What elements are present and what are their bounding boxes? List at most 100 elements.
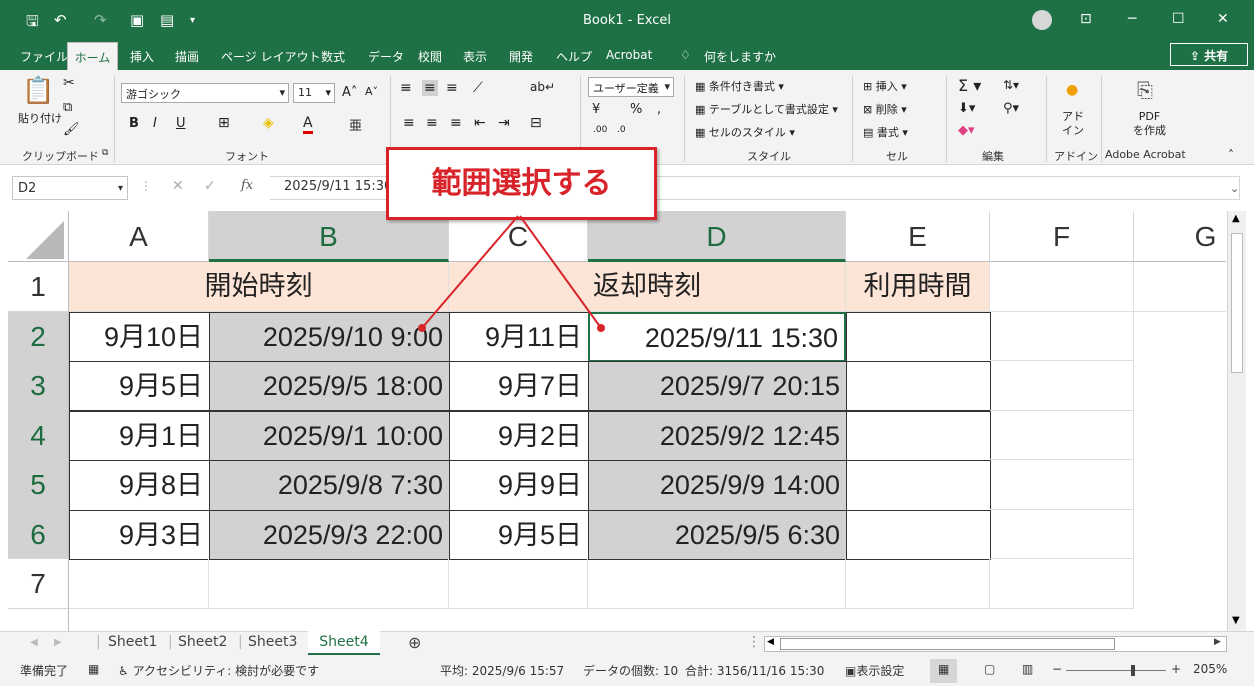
horizontal-scrollbar[interactable]: ◀ — [764, 636, 1227, 652]
vertical-scrollbar[interactable]: ▲ ▼ — [1227, 211, 1246, 631]
share-button[interactable]: ⇪ 共有 — [1170, 43, 1248, 66]
zoom-slider-thumb[interactable] — [1131, 665, 1135, 676]
column-header-a[interactable]: A — [69, 211, 209, 262]
currency-icon[interactable]: ¥ — [592, 102, 600, 117]
decrease-decimal-icon[interactable]: .0 — [617, 125, 626, 135]
name-box[interactable]: D2 ▾ — [12, 176, 128, 200]
tab-insert[interactable]: 挿入 — [130, 48, 154, 65]
select-all-button[interactable] — [8, 211, 69, 262]
vertical-scroll-thumb[interactable] — [1231, 233, 1243, 373]
row-header-8[interactable]: 8 — [8, 609, 69, 631]
pdf-create-icon[interactable]: ⎘ — [1137, 78, 1153, 102]
cell-b4[interactable]: 2025/9/1 10:00 — [209, 411, 450, 461]
expand-formula-icon[interactable]: ⌄ — [1230, 182, 1239, 195]
cell-d2-active[interactable]: 2025/9/11 15:30 — [588, 312, 846, 362]
cell-f2[interactable] — [990, 312, 1134, 361]
cell-d3[interactable]: 2025/9/7 20:15 — [588, 361, 847, 411]
conditional-format-button[interactable]: ▦ 条件付き書式 ▾ — [695, 78, 784, 94]
worksheet-grid[interactable]: A B C D E F G 1 2 3 4 5 6 7 8 開始時刻 返却時刻 … — [8, 211, 1226, 631]
tab-formulas[interactable]: 数式 — [321, 48, 345, 65]
cell-e2[interactable] — [846, 312, 991, 362]
account-avatar-icon[interactable] — [1032, 10, 1052, 30]
maximize-button[interactable]: ☐ — [1172, 11, 1185, 27]
zoom-in-icon[interactable]: + — [1171, 662, 1181, 676]
cancel-icon[interactable]: ✕ — [172, 178, 184, 194]
tab-acrobat[interactable]: Acrobat — [606, 48, 652, 62]
cell-c1-return-time[interactable]: 返却時刻 — [449, 262, 846, 312]
cell-d6[interactable]: 2025/9/5 6:30 — [588, 510, 847, 560]
scroll-right-icon[interactable]: ▶ — [1214, 637, 1221, 647]
cell-c6[interactable]: 9月5日 — [449, 510, 589, 560]
cell-a5[interactable]: 9月8日 — [69, 460, 210, 511]
accessibility-button[interactable]: ♿ アクセシビリティ: 検討が必要です — [118, 662, 319, 679]
cell-d5[interactable]: 2025/9/9 14:00 — [588, 460, 847, 511]
row-header-6[interactable]: 6 — [8, 510, 69, 559]
border-icon[interactable]: ⊞ — [218, 115, 230, 131]
cell-e6[interactable] — [846, 510, 991, 560]
tell-me-search[interactable]: 何をしますか — [704, 48, 776, 65]
add-sheet-icon[interactable]: ⊕ — [408, 633, 421, 652]
bold-icon[interactable]: B — [129, 116, 139, 131]
normal-view-icon[interactable]: ▦ — [930, 659, 958, 683]
align-right-icon[interactable]: ≡ — [450, 115, 462, 131]
cell-f7[interactable] — [990, 559, 1134, 609]
align-center-icon[interactable]: ≡ — [426, 115, 438, 131]
scroll-left-icon[interactable]: ◀ — [767, 637, 774, 647]
cell-c3[interactable]: 9月7日 — [449, 361, 589, 411]
cell-c7[interactable] — [449, 559, 588, 609]
clear-icon[interactable]: ◆▾ — [958, 123, 975, 138]
align-bottom-icon[interactable]: ≡ — [446, 80, 458, 96]
row-header-3[interactable]: 3 — [8, 361, 69, 411]
close-button[interactable]: ✕ — [1217, 11, 1229, 27]
collapse-ribbon-icon[interactable]: ˄ — [1228, 148, 1234, 162]
next-sheet-icon[interactable]: ▶ — [54, 637, 62, 648]
tab-developer[interactable]: 開発 — [509, 48, 533, 65]
percent-icon[interactable]: % — [630, 102, 642, 117]
row-header-4[interactable]: 4 — [8, 411, 69, 460]
zoom-level[interactable]: 205% — [1193, 662, 1227, 676]
paste-button-label[interactable]: 貼り付け — [18, 110, 62, 126]
cell-a2[interactable]: 9月10日 — [69, 312, 210, 362]
page-break-view-icon[interactable]: ▥ — [1022, 662, 1033, 676]
cell-d7[interactable] — [588, 559, 846, 609]
phonetic-icon[interactable]: 亜 — [349, 115, 362, 134]
display-settings-button[interactable]: ▣表示設定 — [845, 662, 904, 679]
ribbon-display-icon[interactable]: ⊡ — [1080, 11, 1092, 27]
sheet-tab-2[interactable]: Sheet2 — [178, 634, 227, 650]
cell-e4[interactable] — [846, 411, 991, 461]
cell-e7[interactable] — [846, 559, 990, 609]
addin-button-label[interactable]: アド イン — [1062, 110, 1084, 138]
autosum-icon[interactable]: Σ ▾ — [958, 76, 981, 95]
decrease-font-icon[interactable]: A˅ — [365, 85, 378, 98]
cell-e3[interactable] — [846, 361, 991, 411]
orientation-icon[interactable]: ⟋ — [473, 80, 483, 96]
tab-page-layout[interactable]: ページ レイアウト — [221, 48, 321, 65]
cell-b2[interactable]: 2025/9/10 9:00 — [209, 312, 450, 362]
cell-a6[interactable]: 9月3日 — [69, 510, 210, 560]
cell-a3[interactable]: 9月5日 — [69, 361, 210, 411]
cut-icon[interactable]: ✂ — [63, 75, 75, 91]
redo-icon[interactable]: ↷ — [94, 11, 107, 29]
italic-icon[interactable]: I — [153, 116, 157, 131]
comma-icon[interactable]: , — [657, 102, 661, 117]
row-header-1[interactable]: 1 — [8, 262, 69, 312]
zoom-out-icon[interactable]: − — [1052, 662, 1062, 676]
tab-review[interactable]: 校閲 — [418, 48, 442, 65]
cell-style-button[interactable]: ▦ セルのスタイル ▾ — [695, 124, 795, 140]
row-header-5[interactable]: 5 — [8, 460, 69, 510]
format-painter-icon[interactable]: 🖌 — [63, 122, 80, 137]
cell-f4[interactable] — [990, 411, 1134, 460]
fill-color-icon[interactable]: ◈ — [263, 115, 274, 131]
font-name-combo[interactable]: 游ゴシック ▾ — [121, 83, 289, 103]
sort-filter-icon[interactable]: ⇅▾ — [1003, 78, 1019, 92]
font-color-icon[interactable]: A — [303, 115, 313, 134]
undo-icon[interactable]: ↶ — [54, 11, 67, 29]
align-middle-icon[interactable]: ≡ — [422, 80, 438, 96]
decrease-indent-icon[interactable]: ⇤ — [474, 115, 486, 131]
scroll-up-icon[interactable]: ▲ — [1232, 213, 1240, 224]
cell-a1-start-time[interactable]: 開始時刻 — [69, 262, 449, 312]
paste-icon[interactable]: 📋 — [22, 76, 54, 106]
cell-c4[interactable]: 9月2日 — [449, 411, 589, 461]
insert-function-icon[interactable]: fx — [241, 178, 253, 193]
page-layout-view-icon[interactable]: ▢ — [984, 662, 995, 676]
